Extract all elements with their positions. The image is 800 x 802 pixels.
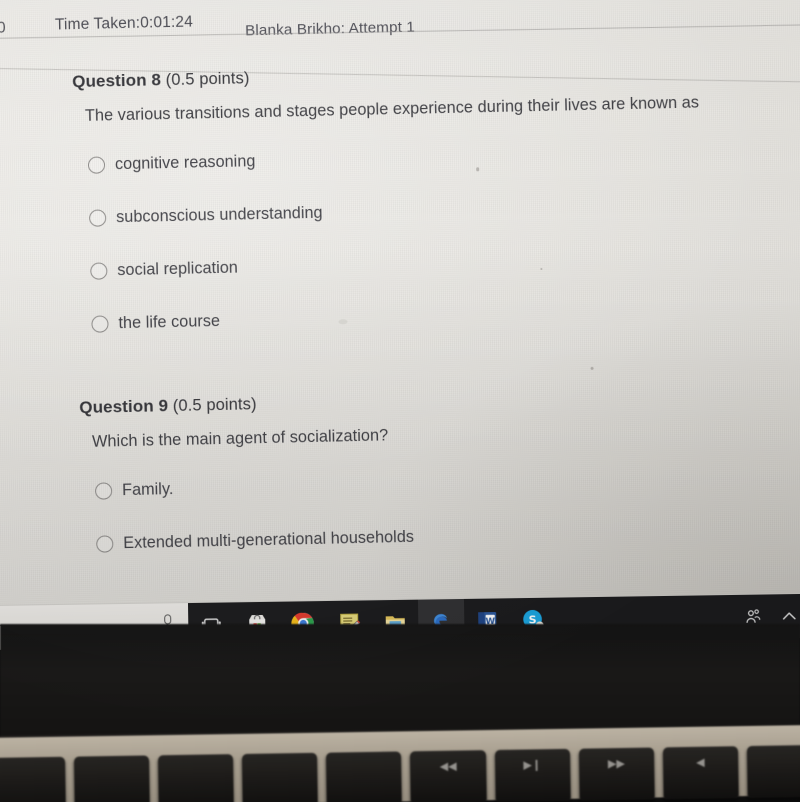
radio-button-icon[interactable] [96,534,114,553]
radio-button-icon[interactable] [91,314,109,333]
photo-of-laptop-screen: 0 Time Taken:0:01:24 Blanka Brikho: Atte… [0,0,800,802]
attempt-label: Blanka Brikho: Attempt 1 [244,18,416,40]
keyboard-key [74,755,150,802]
key-glyph: ▶▶ [607,756,625,771]
keyboard-key [326,751,403,802]
question-8-heading: Question 8 (0.5 points) [72,56,800,92]
keyboard-key [158,754,235,802]
question-block-9: Question 9 (0.5 points) Which is the mai… [0,382,800,582]
quiz-page: 0 Time Taken:0:01:24 Blanka Brikho: Atte… [0,0,800,630]
question-9-prompt: Which is the main agent of socialization… [91,426,389,451]
show-hidden-icons-icon[interactable] [780,607,798,625]
radio-button-icon[interactable] [87,155,106,174]
question-block-8: Question 8 (0.5 points) The various tran… [0,56,800,362]
option-row[interactable]: the life course [91,291,800,341]
option-row[interactable]: subconscious understanding [88,185,800,235]
keyboard-key: ◀ [662,746,739,800]
key-glyph: ◀ [696,755,705,769]
keyboard-key: ▶❙ [494,748,571,802]
question-8-points: (0.5 points) [165,69,250,90]
screen-speck [590,366,594,370]
keyboard-key: ▶▶ [578,747,655,801]
radio-button-icon[interactable] [94,481,113,500]
question-9-heading: Question 9 (0.5 points) [79,382,800,418]
monitor-screen: 0 Time Taken:0:01:24 Blanka Brikho: Atte… [0,0,800,630]
keyboard-key: ◀◀ [410,750,487,802]
radio-button-icon[interactable] [90,261,108,280]
option-row[interactable]: social replication [90,238,800,288]
option-label: Extended multi-generational households [123,527,415,552]
option-row[interactable]: cognitive reasoning [87,132,800,182]
option-label: social replication [117,258,239,279]
option-label: Family. [121,479,174,499]
option-label: the life course [118,311,221,332]
option-label: cognitive reasoning [114,151,256,173]
key-glyph: ▶❙ [523,758,542,772]
question-9-options: Family. Extended multi-generational hous… [0,458,800,563]
option-row[interactable]: Family. [94,458,800,508]
quiz-header: 0 Time Taken:0:01:24 Blanka Brikho: Atte… [0,0,800,48]
time-taken-label: Time Taken:0:01:24 [54,13,194,34]
keyboard-key [0,756,66,802]
question-8-number: Question 8 [71,70,162,92]
question-9-points: (0.5 points) [172,395,257,416]
option-row[interactable]: Extended multi-generational households [96,511,800,561]
question-9-number: Question 9 [79,396,169,418]
radio-button-icon[interactable] [88,208,107,227]
question-8-prompt: The various transitions and stages peopl… [84,93,700,125]
header-left-fragment: 0 [0,19,6,37]
option-label: subconscious understanding [115,203,323,226]
keyboard-key [746,744,800,799]
question-8-options: cognitive reasoning subconscious underst… [0,132,800,343]
keyboard-key [242,752,319,802]
key-glyph: ◀◀ [439,759,457,773]
